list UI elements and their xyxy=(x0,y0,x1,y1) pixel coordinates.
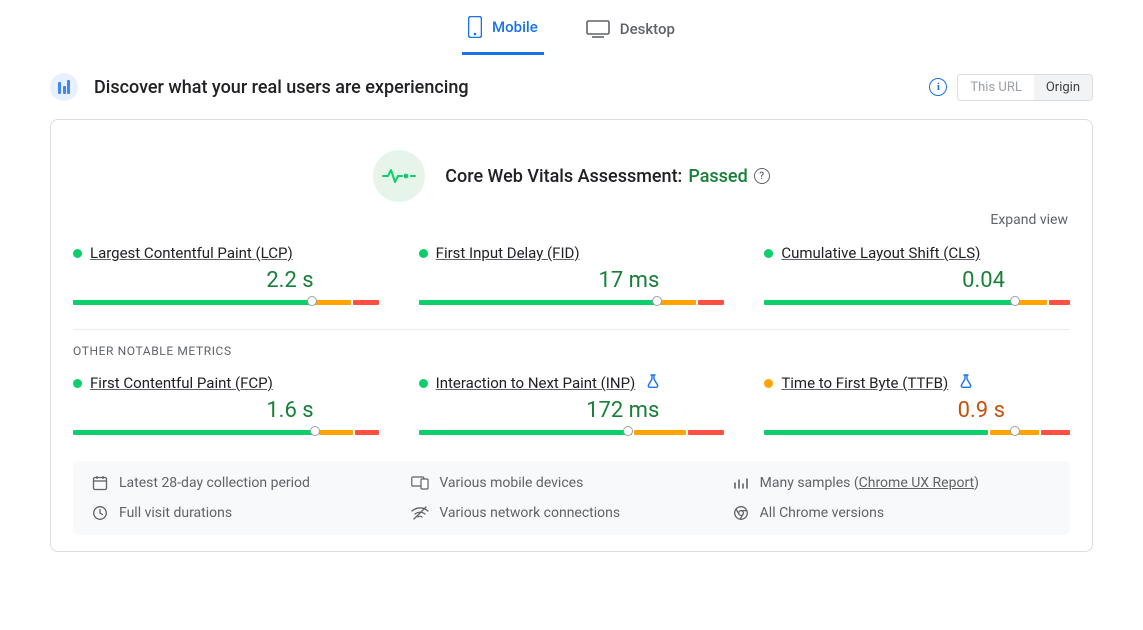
metric-ttfb-value: 0.9 s xyxy=(764,398,1070,423)
metric-cls: Cumulative Layout Shift (CLS) 0.04 xyxy=(764,244,1070,305)
marker xyxy=(1010,296,1020,306)
footer-period-text: Latest 28-day collection period xyxy=(119,475,310,491)
metric-inp-name[interactable]: Interaction to Next Paint (INP) xyxy=(436,374,636,392)
flask-icon xyxy=(647,374,659,392)
footer-network-text: Various network connections xyxy=(439,505,620,521)
metric-inp-bar xyxy=(419,429,725,435)
footer-period: Latest 28-day collection period xyxy=(91,475,411,491)
expand-view-link[interactable]: Expand view xyxy=(73,206,1070,244)
status-dot xyxy=(764,379,773,388)
metric-fcp-name[interactable]: First Contentful Paint (FCP) xyxy=(90,374,273,392)
metric-cls-value: 0.04 xyxy=(764,268,1070,293)
help-icon[interactable]: ? xyxy=(754,168,770,184)
metric-inp: Interaction to Next Paint (INP) 172 ms xyxy=(419,374,725,435)
footer-devices: Various mobile devices xyxy=(411,475,731,491)
metric-fid-value: 17 ms xyxy=(419,268,725,293)
metric-fid-name[interactable]: First Input Delay (FID) xyxy=(436,244,580,262)
assessment-result: Passed xyxy=(688,166,747,187)
collection-details: Latest 28-day collection period Various … xyxy=(73,461,1070,535)
footer-network: Various network connections xyxy=(411,505,731,521)
status-dot xyxy=(419,379,428,388)
metric-lcp-bar xyxy=(73,299,379,305)
marker xyxy=(652,296,662,306)
metric-lcp: Largest Contentful Paint (LCP) 2.2 s xyxy=(73,244,379,305)
divider xyxy=(73,329,1070,330)
vitals-panel: Core Web Vitals Assessment: Passed ? Exp… xyxy=(50,119,1093,552)
metric-cls-bar xyxy=(764,299,1070,305)
footer-samples-prefix: Many samples ( xyxy=(760,475,859,491)
metric-fid-bar xyxy=(419,299,725,305)
marker xyxy=(623,426,633,436)
clock-icon xyxy=(91,505,109,521)
toggle-this-url[interactable]: This URL xyxy=(958,75,1033,100)
status-dot xyxy=(419,249,428,258)
assessment-row: Core Web Vitals Assessment: Passed ? xyxy=(73,140,1070,206)
header-right: i This URL Origin xyxy=(929,74,1093,101)
flask-icon xyxy=(960,374,972,392)
metric-fcp: First Contentful Paint (FCP) 1.6 s xyxy=(73,374,379,435)
mobile-icon xyxy=(468,16,482,38)
metric-lcp-value: 2.2 s xyxy=(73,268,379,293)
assessment-text: Core Web Vitals Assessment: Passed ? xyxy=(445,166,769,187)
header-row: Discover what your real users are experi… xyxy=(0,55,1143,109)
metric-ttfb: Time to First Byte (TTFB) 0.9 s xyxy=(764,374,1070,435)
footer-samples: Many samples (Chrome UX Report) xyxy=(732,475,1052,491)
metric-fcp-bar xyxy=(73,429,379,435)
metric-ttfb-name[interactable]: Time to First Byte (TTFB) xyxy=(781,374,948,392)
footer-devices-text: Various mobile devices xyxy=(439,475,583,491)
core-metrics-grid: Largest Contentful Paint (LCP) 2.2 s Fir… xyxy=(73,244,1070,305)
device-tabs: Mobile Desktop xyxy=(0,0,1143,55)
marker xyxy=(310,426,320,436)
status-dot xyxy=(73,249,82,258)
desktop-icon xyxy=(586,20,610,38)
tab-desktop-label: Desktop xyxy=(620,20,675,38)
chrome-ux-report-link[interactable]: Chrome UX Report xyxy=(859,475,974,491)
metric-lcp-name[interactable]: Largest Contentful Paint (LCP) xyxy=(90,244,293,262)
samples-icon xyxy=(732,476,750,490)
footer-session: Full visit durations xyxy=(91,505,411,521)
footer-browser-text: All Chrome versions xyxy=(760,505,884,521)
status-dot xyxy=(73,379,82,388)
status-dot xyxy=(764,249,773,258)
assessment-label: Core Web Vitals Assessment: xyxy=(445,166,682,187)
other-metrics-grid: First Contentful Paint (FCP) 1.6 s Inter… xyxy=(73,374,1070,435)
footer-session-text: Full visit durations xyxy=(119,505,232,521)
footer-samples-suffix: ) xyxy=(974,475,979,491)
header-left: Discover what your real users are experi… xyxy=(50,73,469,101)
toggle-origin[interactable]: Origin xyxy=(1034,75,1092,100)
tab-desktop[interactable]: Desktop xyxy=(580,14,681,55)
footer-browser: All Chrome versions xyxy=(732,505,1052,521)
tab-mobile-label: Mobile xyxy=(492,18,538,36)
metric-fcp-value: 1.6 s xyxy=(73,398,379,423)
crux-icon xyxy=(50,73,78,101)
vitals-icon xyxy=(373,150,425,202)
other-metrics-title: OTHER NOTABLE METRICS xyxy=(73,344,1070,358)
marker xyxy=(1010,426,1020,436)
calendar-icon xyxy=(91,475,109,491)
marker xyxy=(307,296,317,306)
metric-inp-value: 172 ms xyxy=(419,398,725,423)
wifi-icon xyxy=(411,506,429,520)
info-icon[interactable]: i xyxy=(929,78,947,96)
metric-fid: First Input Delay (FID) 17 ms xyxy=(419,244,725,305)
metric-cls-name[interactable]: Cumulative Layout Shift (CLS) xyxy=(781,244,980,262)
scope-toggle: This URL Origin xyxy=(957,74,1093,101)
page-title: Discover what your real users are experi… xyxy=(94,77,469,98)
chrome-icon xyxy=(732,505,750,521)
devices-icon xyxy=(411,476,429,490)
metric-ttfb-bar xyxy=(764,429,1070,435)
tab-mobile[interactable]: Mobile xyxy=(462,10,544,55)
